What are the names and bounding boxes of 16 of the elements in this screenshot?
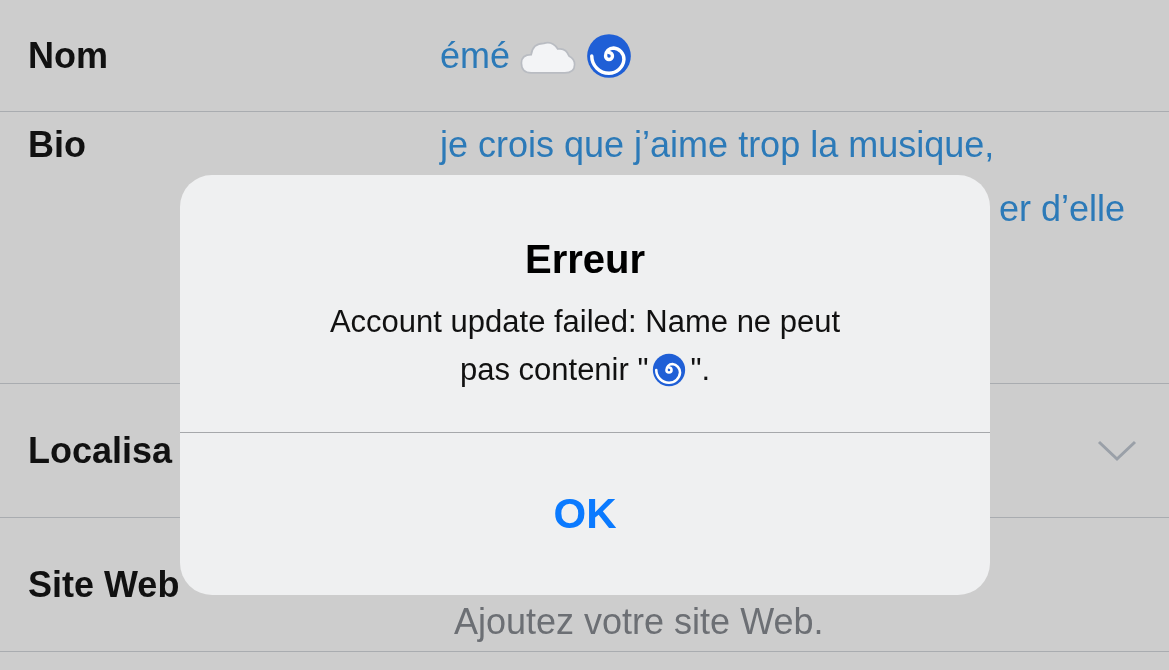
- spiral-icon: [586, 32, 633, 79]
- chevron-down-icon[interactable]: [1097, 439, 1137, 462]
- field-value: émé: [440, 34, 511, 77]
- field-label: Bio: [28, 124, 87, 166]
- spiral-icon: [652, 353, 687, 387]
- alert-message: ".: [690, 352, 711, 388]
- field-label: Nom: [28, 34, 109, 77]
- field-value: er d’elle: [998, 188, 1125, 230]
- alert-message: pas contenir ": [459, 352, 649, 388]
- website-field[interactable]: Ajoutez votre site Web.: [454, 601, 1169, 643]
- field-value: je crois que j’aime trop la musique,: [440, 124, 995, 166]
- field-label: Site Web: [28, 563, 181, 606]
- alert-title: Erreur: [524, 237, 646, 282]
- alert-message: Account update failed: Name ne peut: [329, 304, 841, 340]
- ok-button[interactable]: OK: [180, 433, 990, 595]
- field-label: Localisa: [28, 429, 174, 472]
